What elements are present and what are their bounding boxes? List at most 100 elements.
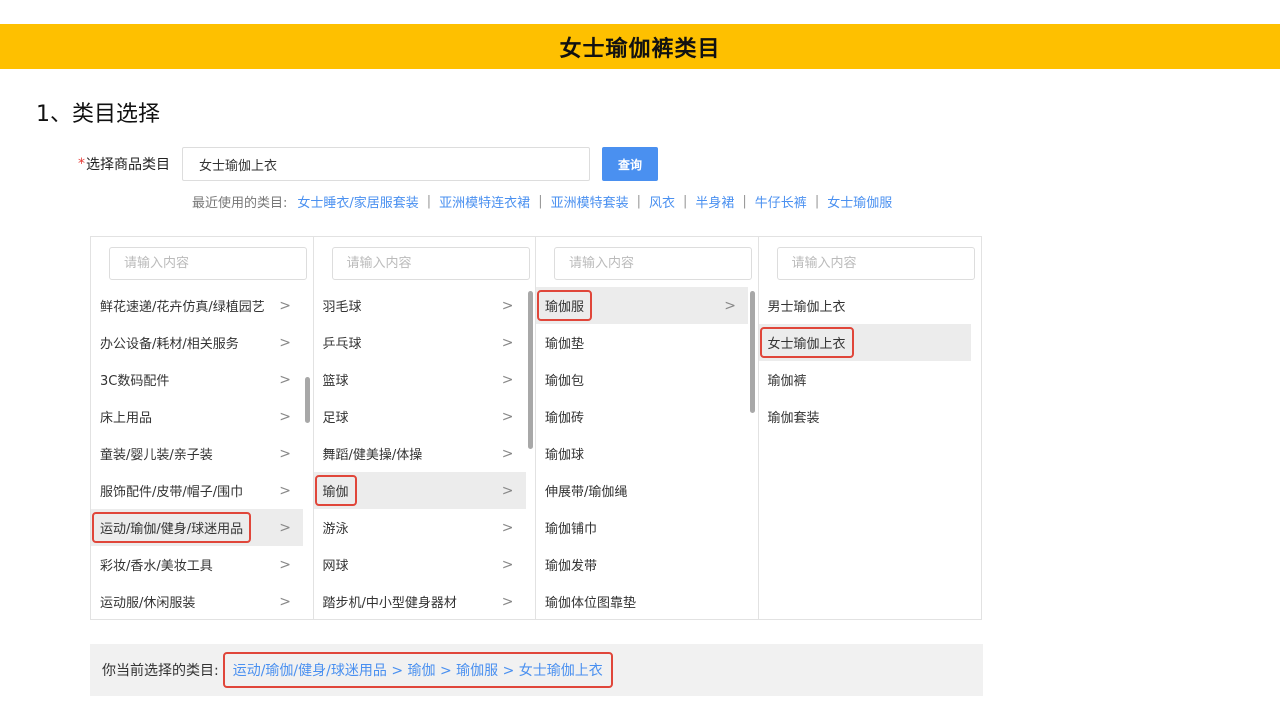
- header-banner: 女士瑜伽裤类目: [0, 24, 1280, 69]
- category-item-selected[interactable]: 女士瑜伽上衣: [758, 324, 971, 361]
- recent-link[interactable]: 亚洲模特套装: [551, 192, 629, 211]
- category-item[interactable]: 运动服/休闲服装 >: [91, 583, 303, 620]
- recent-link[interactable]: 风衣: [649, 192, 675, 211]
- category-item[interactable]: 鲜花速递/花卉仿真/绿植园艺 >: [91, 287, 303, 324]
- category-item-label: 伸展带/瑜伽绳: [545, 485, 628, 500]
- category-item-label: 男士瑜伽上衣: [767, 300, 846, 315]
- category-item[interactable]: 床上用品 >: [91, 398, 303, 435]
- category-item-label: 乒乓球: [322, 337, 362, 352]
- category-item-label: 舞蹈/健美操/体操: [322, 448, 423, 463]
- banner-title: 女士瑜伽裤类目: [559, 36, 721, 62]
- chevron-right-icon: >: [501, 593, 514, 610]
- category-item[interactable]: 彩妆/香水/美妆工具 >: [91, 546, 303, 583]
- recent-link[interactable]: 牛仔长裤: [755, 192, 807, 211]
- category-item[interactable]: 瑜伽球: [536, 435, 748, 472]
- chevron-right-icon: >: [501, 371, 514, 388]
- category-search-input[interactable]: [182, 147, 590, 181]
- category-item[interactable]: 游泳 >: [314, 509, 526, 546]
- category-item-label: 床上用品: [100, 411, 153, 426]
- current-selection-label: 你当前选择的类目:: [102, 663, 219, 679]
- category-item[interactable]: 踏步机/中小型健身器材 >: [314, 583, 526, 620]
- chevron-right-icon: >: [279, 297, 291, 314]
- recent-separator: |: [683, 194, 688, 209]
- chevron-right-icon: >: [279, 556, 291, 573]
- category-item[interactable]: 羽毛球 >: [314, 287, 526, 324]
- category-item[interactable]: 瑜伽砖: [536, 398, 748, 435]
- column-1-list: 鲜花速递/花卉仿真/绿植园艺 > 办公设备/耗材/相关服务 > 3C数码配件 > 床上…: [91, 287, 313, 620]
- category-item-label: 瑜伽包: [545, 374, 585, 389]
- chevron-right-icon: >: [501, 408, 514, 425]
- category-item-label: 彩妆/香水/美妆工具: [100, 559, 213, 574]
- category-item[interactable]: 瑜伽裤: [759, 361, 971, 398]
- category-item-label: 瑜伽发带: [545, 559, 598, 574]
- category-item-label: 瑜伽: [314, 475, 357, 506]
- category-item[interactable]: 伸展带/瑜伽绳: [536, 472, 748, 509]
- current-category-path[interactable]: 运动/瑜伽/健身/球迷用品 > 瑜伽 > 瑜伽服 > 女士瑜伽上衣: [222, 652, 613, 688]
- category-item[interactable]: 瑜伽发带: [536, 546, 748, 583]
- category-column-2: 羽毛球 > 乒乓球 > 篮球 > 足球 > 舞蹈/健美操/体操 > 瑜伽 > 游泳 > 网球 >…: [313, 237, 536, 620]
- category-item-label: 瑜伽铺巾: [545, 522, 598, 537]
- category-item[interactable]: 男士瑜伽上衣: [759, 287, 971, 324]
- category-item[interactable]: 办公设备/耗材/相关服务 >: [91, 324, 303, 361]
- category-item[interactable]: 瑜伽包: [536, 361, 748, 398]
- chevron-right-icon: >: [501, 519, 514, 536]
- chevron-right-icon: >: [724, 297, 736, 314]
- category-select-label: 选择商品类目: [86, 157, 170, 173]
- column-2-scrollbar[interactable]: [527, 291, 533, 449]
- category-item[interactable]: 网球 >: [314, 546, 526, 583]
- category-item-selected[interactable]: 瑜伽 >: [313, 472, 526, 509]
- category-item[interactable]: 童装/婴儿装/亲子装 >: [91, 435, 303, 472]
- category-select-row: * 选择商品类目 查询: [78, 147, 658, 181]
- category-item-label: 瑜伽套装: [767, 411, 820, 426]
- chevron-right-icon: >: [279, 593, 291, 610]
- category-item-label: 瑜伽服: [537, 290, 593, 321]
- recent-categories: 最近使用的类目: 女士睡衣/家居服套装 | 亚洲模特连衣裙 | 亚洲模特套装 |…: [192, 192, 892, 211]
- category-column-3: 瑜伽服 > 瑜伽垫 瑜伽包 瑜伽砖 瑜伽球 伸展带/瑜伽绳 瑜伽铺巾 瑜伽发带 瑜…: [536, 237, 759, 619]
- column-4-search-input[interactable]: [776, 247, 975, 280]
- category-item-label: 童装/婴儿装/亲子装: [100, 448, 213, 463]
- column-2-search-input[interactable]: [331, 247, 530, 280]
- category-item[interactable]: 瑜伽套装: [759, 398, 971, 435]
- recent-separator: |: [426, 194, 432, 209]
- category-item-label: 瑜伽垫: [545, 337, 585, 352]
- category-item-label: 运动/瑜伽/健身/球迷用品: [92, 512, 252, 543]
- recent-link[interactable]: 女士睡衣/家居服套装: [297, 192, 418, 211]
- category-item-label: 鲜花速递/花卉仿真/绿植园艺: [100, 300, 265, 315]
- category-item[interactable]: 3C数码配件 >: [91, 361, 303, 398]
- category-item[interactable]: 瑜伽垫: [536, 324, 748, 361]
- category-item-label: 游泳: [322, 522, 349, 537]
- chevron-right-icon: >: [279, 334, 291, 351]
- recent-link[interactable]: 亚洲模特连衣裙: [439, 192, 530, 211]
- category-item[interactable]: 足球 >: [314, 398, 526, 435]
- category-column-1: 鲜花速递/花卉仿真/绿植园艺 > 办公设备/耗材/相关服务 > 3C数码配件 > 床上…: [91, 237, 314, 619]
- category-item[interactable]: 舞蹈/健美操/体操 >: [314, 435, 526, 472]
- category-item-label: 瑜伽体位图靠垫: [545, 596, 637, 611]
- category-item-label: 办公设备/耗材/相关服务: [100, 337, 239, 352]
- category-item[interactable]: 乒乓球 >: [314, 324, 526, 361]
- category-item-selected[interactable]: 运动/瑜伽/健身/球迷用品 >: [91, 509, 303, 546]
- column-4-list: 男士瑜伽上衣 女士瑜伽上衣 瑜伽裤 瑜伽套装: [758, 287, 982, 435]
- category-item[interactable]: 瑜伽铺巾: [536, 509, 748, 546]
- chevron-right-icon: >: [279, 445, 291, 462]
- column-3-search-input[interactable]: [554, 247, 752, 280]
- chevron-right-icon: >: [501, 482, 514, 499]
- query-button[interactable]: 查询: [602, 147, 658, 181]
- chevron-right-icon: >: [501, 445, 514, 462]
- chevron-right-icon: >: [501, 556, 514, 573]
- column-3-scrollbar[interactable]: [750, 291, 755, 413]
- category-item-label: 羽毛球: [322, 300, 362, 315]
- chevron-right-icon: >: [501, 297, 514, 314]
- category-item-label: 瑜伽球: [545, 448, 585, 463]
- column-1-scrollbar[interactable]: [305, 377, 310, 423]
- category-item-selected[interactable]: 瑜伽服 >: [536, 287, 748, 324]
- category-item-label: 瑜伽裤: [767, 374, 807, 389]
- category-item[interactable]: 篮球 >: [314, 361, 526, 398]
- recent-link[interactable]: 半身裙: [695, 192, 734, 211]
- category-item[interactable]: 服饰配件/皮带/帽子/围巾 >: [91, 472, 303, 509]
- category-item[interactable]: 瑜伽体位图靠垫: [536, 583, 748, 620]
- column-2-list: 羽毛球 > 乒乓球 > 篮球 > 足球 > 舞蹈/健美操/体操 > 瑜伽 > 游泳 > 网球 >…: [313, 287, 536, 620]
- column-1-search-input[interactable]: [109, 247, 307, 280]
- chevron-right-icon: >: [279, 371, 291, 388]
- recent-link[interactable]: 女士瑜伽服: [827, 192, 892, 211]
- category-item-label: 运动服/休闲服装: [100, 596, 196, 611]
